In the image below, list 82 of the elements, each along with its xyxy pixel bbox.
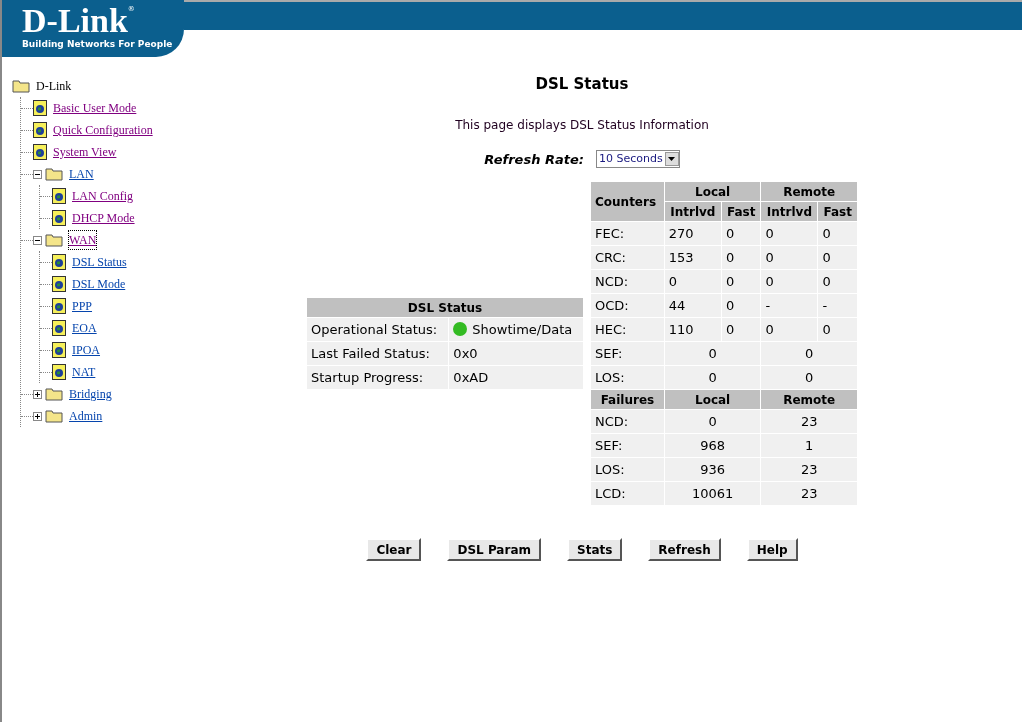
- page-globe-icon: [52, 298, 66, 314]
- table-cell: Operational Status:: [306, 317, 449, 342]
- tree-link[interactable]: Bridging: [69, 385, 112, 403]
- table-cell: NCD:: [590, 409, 665, 434]
- tree-link[interactable]: Admin: [69, 407, 103, 425]
- tree-link[interactable]: NAT: [72, 363, 96, 381]
- table-cell: 10061: [664, 481, 761, 506]
- table-cell: SEF:: [590, 341, 665, 366]
- page-globe-icon: [33, 122, 47, 138]
- table-cell: 936: [664, 457, 761, 482]
- tree-link[interactable]: DHCP Mode: [72, 209, 135, 227]
- table-cell: 0: [760, 341, 858, 366]
- refresh-rate-select[interactable]: 10 Seconds: [595, 150, 680, 169]
- page-globe-icon: [33, 100, 47, 116]
- table-cell: LOS:: [590, 365, 665, 390]
- table-cell: 0: [664, 341, 761, 366]
- tree-link[interactable]: Basic User Mode: [53, 99, 137, 117]
- logo-text: D-Link: [22, 4, 128, 38]
- folder-icon: [45, 409, 63, 423]
- folder-icon: [45, 387, 63, 401]
- action-button[interactable]: Clear: [366, 538, 422, 561]
- collapse-toggle[interactable]: [33, 169, 42, 179]
- tree-link[interactable]: LAN: [69, 165, 94, 183]
- tree-link[interactable]: System View: [53, 143, 117, 161]
- page-globe-icon: [52, 210, 66, 226]
- table-cell: 23: [760, 409, 858, 434]
- table-cell: OCD:: [590, 293, 665, 318]
- table-cell: 23: [760, 457, 858, 482]
- tree-link[interactable]: EOA: [72, 319, 97, 337]
- tree-link[interactable]: IPOA: [72, 341, 100, 359]
- page-globe-icon: [52, 320, 66, 336]
- action-button[interactable]: Help: [746, 538, 798, 561]
- folder-icon: [12, 79, 30, 93]
- logo-tagline: Building Networks For People: [22, 38, 173, 51]
- folder-icon: [45, 167, 63, 181]
- expand-toggle[interactable]: [33, 411, 42, 421]
- action-button[interactable]: DSL Param: [447, 538, 541, 561]
- expand-toggle[interactable]: [33, 389, 42, 399]
- table-header: Remote: [760, 181, 858, 202]
- table-cell: Last Failed Status:: [306, 341, 449, 366]
- action-button[interactable]: Refresh: [648, 538, 721, 561]
- table-cell: Startup Progress:: [306, 365, 449, 390]
- table-cell: LCD:: [590, 481, 665, 506]
- collapse-toggle[interactable]: [33, 235, 42, 245]
- table-cell: 0xAD: [448, 365, 584, 390]
- table-cell: 968: [664, 433, 761, 458]
- table-cell: 1: [760, 433, 858, 458]
- table-cell: SEF:: [590, 433, 665, 458]
- table-cell: Showtime/Data: [448, 317, 584, 342]
- table-cell: 0: [760, 365, 858, 390]
- table-cell: CRC:: [590, 245, 665, 270]
- action-button[interactable]: Stats: [567, 538, 623, 561]
- page-title: DSL Status: [535, 74, 629, 95]
- table-cell: 0: [664, 409, 761, 434]
- page-globe-icon: [52, 276, 66, 292]
- page-globe-icon: [52, 342, 66, 358]
- tree-link[interactable]: DSL Mode: [72, 275, 126, 293]
- dropdown-caret-icon: [668, 157, 676, 162]
- page-globe-icon: [52, 254, 66, 270]
- tree-link[interactable]: PPP: [72, 297, 93, 315]
- table-cell: LOS:: [590, 457, 665, 482]
- tree-root: D-Link: [36, 78, 72, 95]
- page-description: This page displays DSL Status Information: [455, 116, 709, 134]
- folder-icon: [45, 233, 63, 247]
- table-cell: 0: [664, 365, 761, 390]
- table-cell: 0x0: [448, 341, 584, 366]
- table-header: Failures: [590, 389, 665, 410]
- refresh-rate-label: Refresh Rate:: [484, 150, 584, 169]
- tree-link[interactable]: Quick Configuration: [53, 121, 153, 139]
- page-globe-icon: [52, 188, 66, 204]
- table-cell: 23: [760, 481, 858, 506]
- table-header: DSL Status: [306, 297, 584, 318]
- table-header: Counters: [590, 181, 665, 222]
- table-cell: HEC:: [590, 317, 665, 342]
- tree-link[interactable]: LAN Config: [72, 187, 133, 205]
- table-cell: FEC:: [590, 221, 665, 246]
- page-globe-icon: [33, 144, 47, 160]
- tree-link[interactable]: DSL Status: [72, 253, 127, 271]
- tree-link[interactable]: WAN: [69, 231, 97, 249]
- table-header: Local: [664, 181, 761, 202]
- page-globe-icon: [52, 364, 66, 380]
- table-cell: NCD:: [590, 269, 665, 294]
